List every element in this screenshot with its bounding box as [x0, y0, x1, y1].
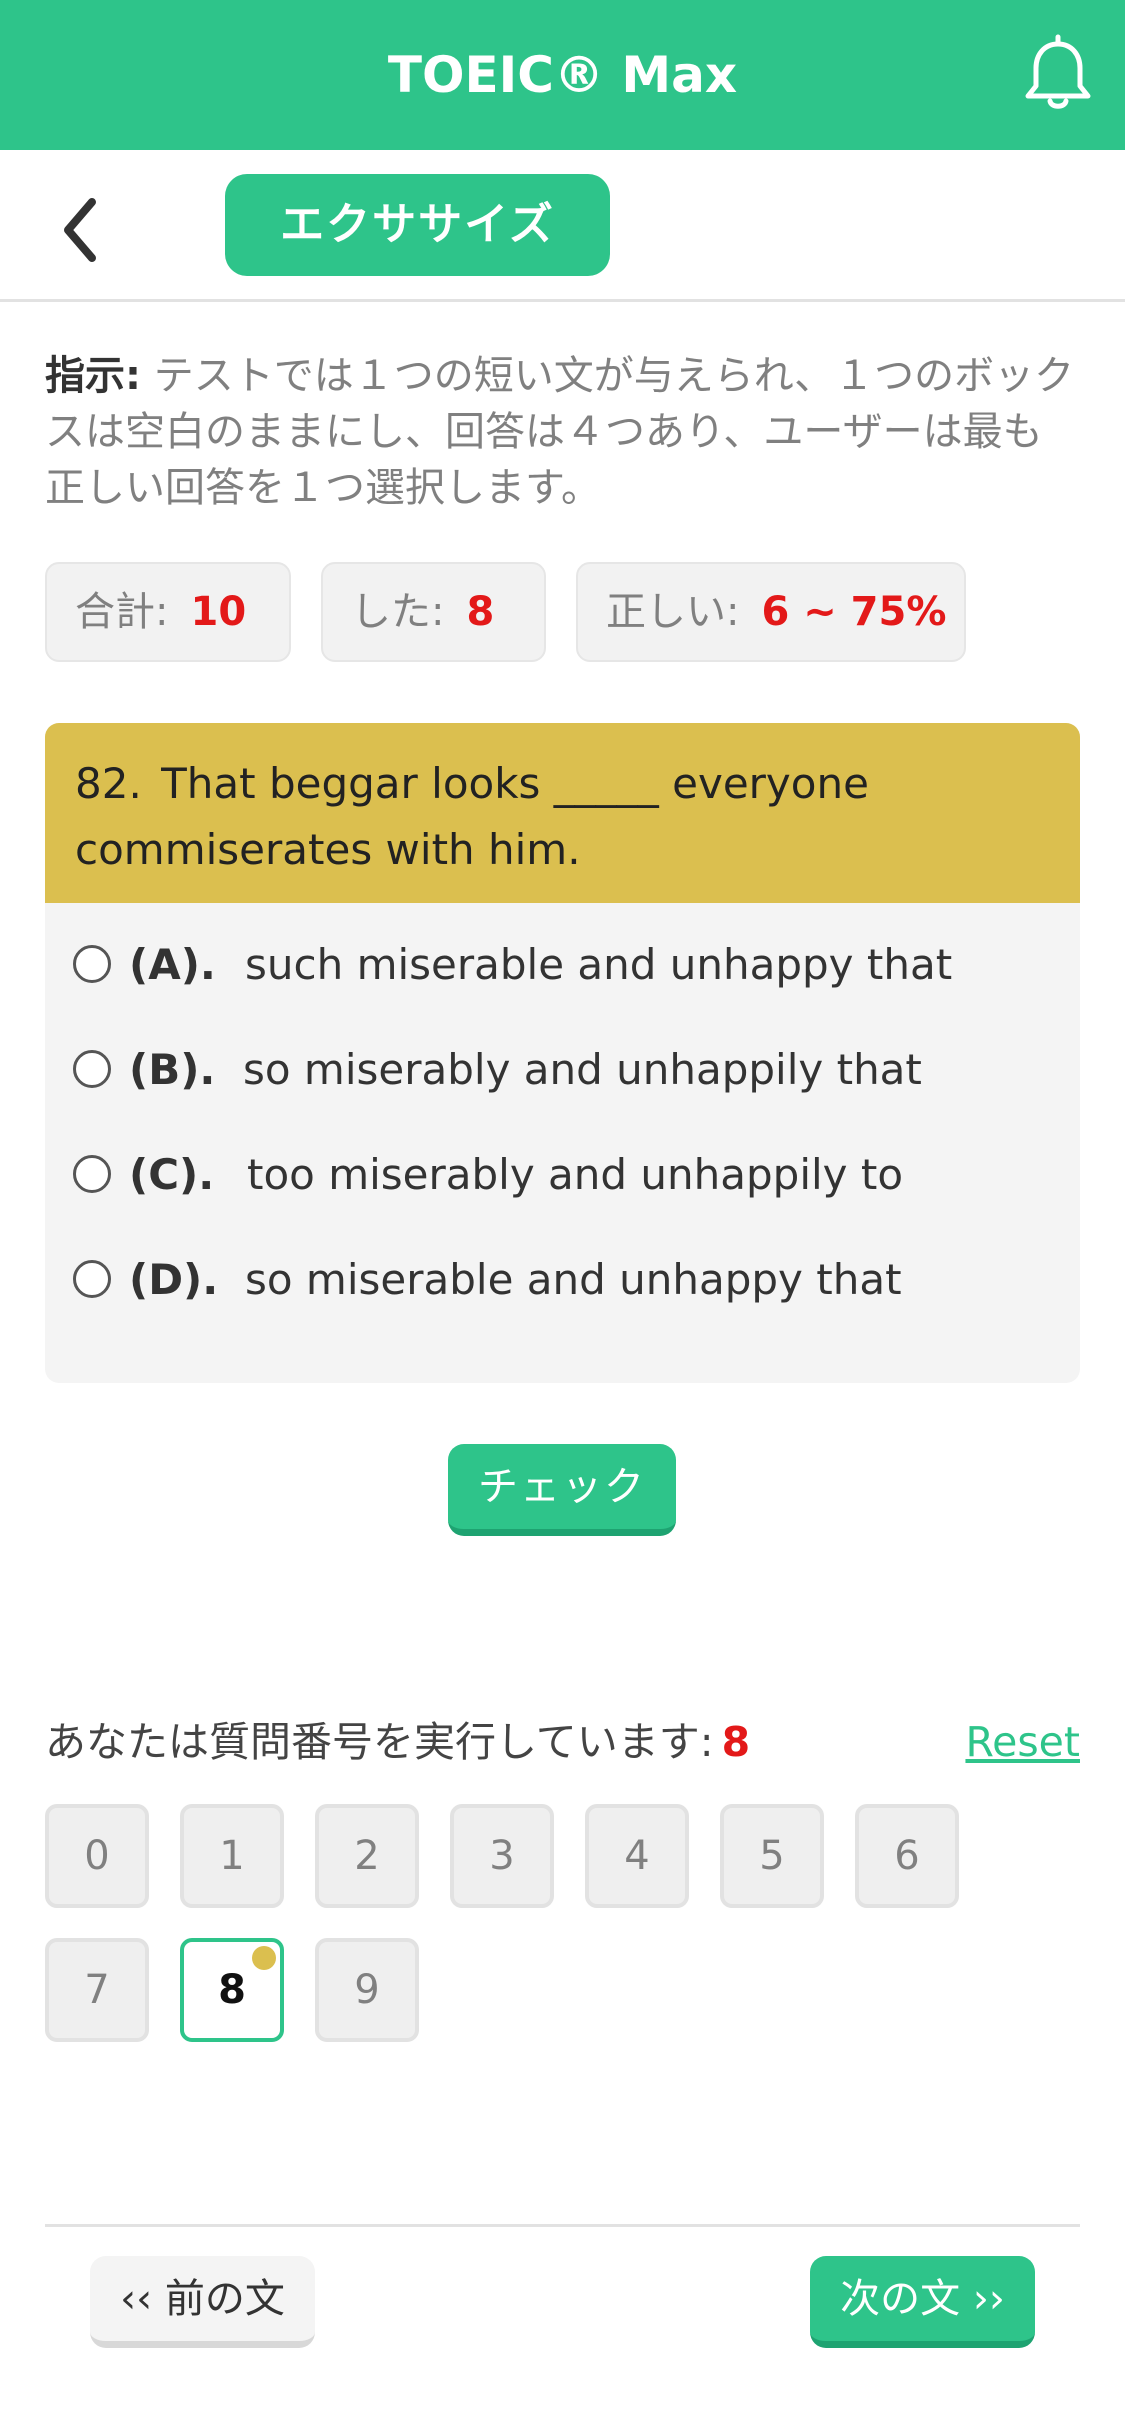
- question-card: 82. That beggar looks _____ everyone com…: [45, 723, 1080, 1383]
- option-letter: (B).: [129, 1045, 216, 1094]
- stat-correct-value: 6 ~ 75%: [761, 589, 947, 635]
- check-button[interactable]: チェック: [448, 1444, 676, 1536]
- question-number-button-current[interactable]: 8: [180, 1938, 284, 2042]
- stat-correct: 正しい: 6 ~ 75%: [576, 562, 966, 662]
- instructions: 指示: テストでは１つの短い文が与えられ、１つのボックスは空白のままにし、回答は…: [45, 348, 1080, 516]
- option-text: such miserable and unhappy that: [245, 940, 953, 989]
- option-letter: (C).: [129, 1150, 215, 1199]
- stat-done-label: した:: [351, 589, 445, 635]
- question-text: That beggar looks _____ everyone commise…: [75, 759, 869, 874]
- question-header: 82. That beggar looks _____ everyone com…: [45, 723, 1080, 903]
- option-text: so miserable and unhappy that: [245, 1255, 902, 1304]
- question-number-button[interactable]: 5: [720, 1804, 824, 1908]
- stat-total-label: 合計:: [75, 589, 169, 635]
- option-text: so miserably and unhappily that: [243, 1045, 922, 1094]
- app-header: TOEIC® Max: [0, 0, 1125, 150]
- option-letter: (D).: [129, 1255, 219, 1304]
- progress-current: 8: [721, 1718, 751, 1766]
- question-number-button[interactable]: 4: [585, 1804, 689, 1908]
- radio-button[interactable]: [73, 1260, 111, 1298]
- radio-button[interactable]: [73, 945, 111, 983]
- question-number: 82.: [75, 759, 142, 808]
- option-letter: (A).: [129, 940, 216, 989]
- sub-header: エクササイズ: [0, 150, 1125, 302]
- stat-correct-label: 正しい:: [606, 589, 740, 635]
- question-number-label: 8: [218, 1967, 246, 2013]
- instructions-label: 指示:: [45, 353, 141, 399]
- option-text: too miserably and unhappily to: [247, 1150, 904, 1199]
- question-number-button[interactable]: 1: [180, 1804, 284, 1908]
- stat-total-value: 10: [190, 589, 247, 635]
- app-title: TOEIC® Max: [387, 46, 738, 104]
- stat-done: した: 8: [321, 562, 546, 662]
- question-number-button[interactable]: 7: [45, 1938, 149, 2042]
- option-b[interactable]: (B). so miserably and unhappily that: [73, 1030, 1053, 1110]
- question-number-button[interactable]: 2: [315, 1804, 419, 1908]
- divider: [45, 2224, 1080, 2227]
- prev-sentence-button[interactable]: ‹‹ 前の文: [90, 2256, 315, 2348]
- exercise-tab[interactable]: エクササイズ: [225, 174, 610, 276]
- stat-total: 合計: 10: [45, 562, 291, 662]
- instructions-text: テストでは１つの短い文が与えられ、１つのボックスは空白のままにし、回答は４つあり…: [45, 353, 1075, 511]
- progress-text: あなたは質問番号を実行しています:: [45, 1718, 714, 1766]
- stat-done-value: 8: [466, 589, 495, 635]
- question-number-button[interactable]: 9: [315, 1938, 419, 2042]
- option-d[interactable]: (D). so miserable and unhappy that: [73, 1240, 1053, 1320]
- chevron-left-icon[interactable]: [40, 190, 130, 270]
- reset-link[interactable]: Reset: [965, 1712, 1080, 1772]
- question-number-button[interactable]: 0: [45, 1804, 149, 1908]
- bell-icon[interactable]: [1013, 30, 1103, 120]
- next-sentence-button[interactable]: 次の文 ››: [810, 2256, 1035, 2348]
- radio-button[interactable]: [73, 1050, 111, 1088]
- question-number-button[interactable]: 6: [855, 1804, 959, 1908]
- radio-button[interactable]: [73, 1155, 111, 1193]
- question-number-button[interactable]: 3: [450, 1804, 554, 1908]
- answered-dot-icon: [252, 1946, 276, 1970]
- option-a[interactable]: (A). such miserable and unhappy that: [73, 925, 1053, 1005]
- option-c[interactable]: (C). too miserably and unhappily to: [73, 1135, 1053, 1215]
- progress-label: あなたは質問番号を実行しています: 8: [45, 1712, 750, 1772]
